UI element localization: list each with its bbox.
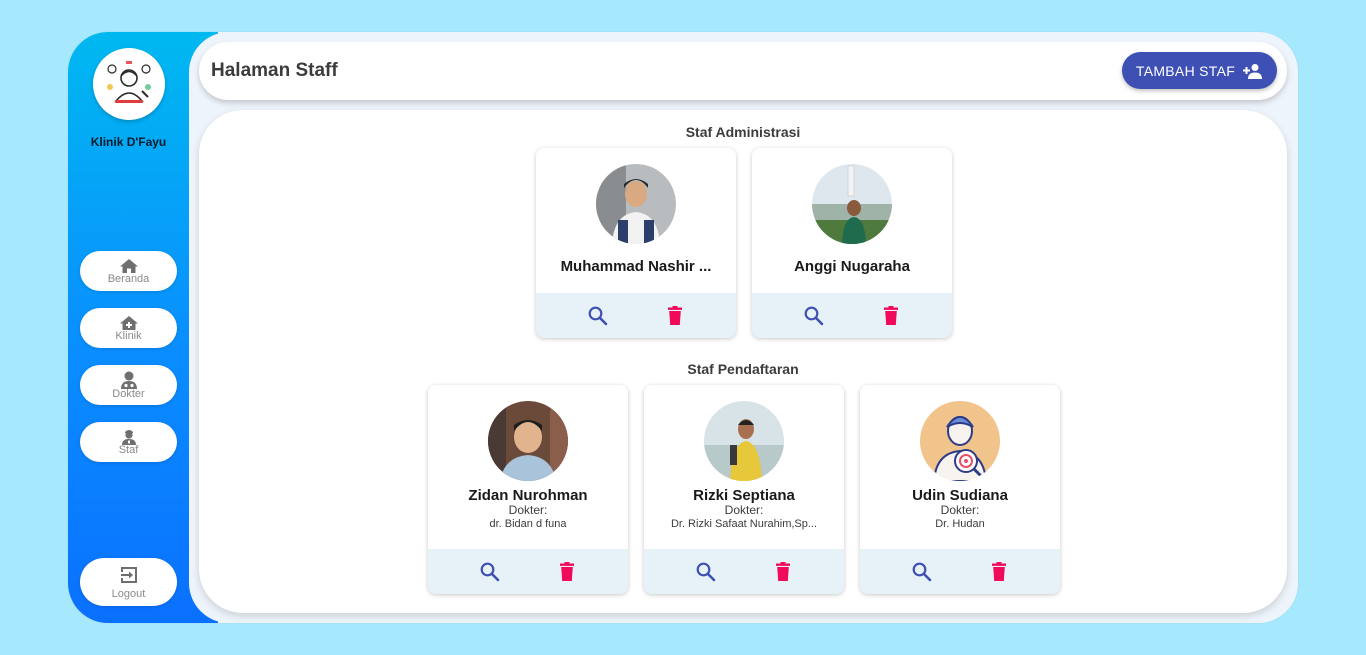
nav-staf-label: Staf bbox=[118, 444, 139, 456]
staff-avatar bbox=[596, 164, 676, 244]
add-staff-button[interactable]: TAMBAH STAF bbox=[1122, 52, 1277, 89]
staff-card: Rizki Septiana Dokter: Dr. Rizki Safaat … bbox=[644, 385, 844, 594]
page-header: Halaman Staff TAMBAH STAF bbox=[199, 42, 1287, 100]
staff-doctor: dr. Bidan d funa bbox=[489, 518, 567, 530]
home-icon bbox=[119, 258, 138, 273]
clinic-logo bbox=[93, 48, 165, 120]
search-icon[interactable] bbox=[694, 560, 718, 584]
search-icon[interactable] bbox=[910, 560, 934, 584]
staff-avatar bbox=[704, 401, 784, 481]
delete-icon[interactable] bbox=[663, 304, 687, 328]
nav-beranda[interactable]: Beranda bbox=[80, 251, 177, 291]
nav-beranda-label: Beranda bbox=[107, 272, 150, 285]
staff-name: Udin Sudiana bbox=[912, 487, 1008, 504]
section-title-pendaftaran: Staf Pendaftaran bbox=[687, 361, 799, 377]
card-actions bbox=[752, 293, 952, 338]
search-icon[interactable] bbox=[586, 304, 610, 328]
card-actions bbox=[536, 293, 736, 338]
clinic-icon bbox=[119, 315, 138, 330]
nav-klinik-label: Klinik bbox=[115, 329, 142, 342]
staff-card: Muhammad Nashir ... bbox=[536, 148, 736, 338]
nav-staf[interactable]: Staf bbox=[80, 422, 177, 462]
staff-name: Anggi Nugaraha bbox=[794, 258, 910, 275]
staff-doctor: Dr. Hudan bbox=[935, 518, 985, 530]
section-title-administrasi: Staf Administrasi bbox=[685, 124, 801, 140]
nav-klinik[interactable]: Klinik bbox=[80, 308, 177, 348]
staff-role: Dokter: bbox=[724, 503, 764, 517]
logout-button[interactable]: Logout bbox=[80, 558, 177, 606]
card-actions bbox=[428, 549, 628, 594]
staff-name: Muhammad Nashir ... bbox=[560, 258, 712, 275]
search-icon[interactable] bbox=[802, 304, 826, 328]
add-staff-button-label: TAMBAH STAF bbox=[1135, 62, 1236, 79]
staff-role: Dokter: bbox=[508, 503, 548, 517]
delete-icon[interactable] bbox=[771, 560, 795, 584]
staff-card: Zidan Nurohman Dokter: dr. Bidan d funa bbox=[428, 385, 628, 594]
delete-icon[interactable] bbox=[555, 560, 579, 584]
nav-dokter-label: Dokter bbox=[112, 387, 145, 400]
staff-role: Dokter: bbox=[940, 503, 980, 517]
person-add-icon bbox=[1243, 63, 1263, 79]
staff-name: Rizki Septiana bbox=[693, 487, 795, 504]
nav-dokter[interactable]: Dokter bbox=[80, 365, 177, 405]
logout-label: Logout bbox=[111, 587, 146, 600]
page-title: Halaman Staff bbox=[211, 60, 338, 81]
card-actions bbox=[644, 549, 844, 594]
staff-card: Anggi Nugaraha bbox=[752, 148, 952, 338]
staff-icon bbox=[121, 430, 136, 445]
logout-icon bbox=[120, 566, 137, 583]
staff-doctor: Dr. Rizki Safaat Nurahim,Sp... bbox=[670, 518, 818, 530]
main-panel: Halaman Staff TAMBAH STAF Staf Administr… bbox=[189, 32, 1298, 623]
staff-avatar bbox=[812, 164, 892, 244]
card-actions bbox=[860, 549, 1060, 594]
delete-icon[interactable] bbox=[987, 560, 1011, 584]
staff-card: Udin Sudiana Dokter: Dr. Hudan bbox=[860, 385, 1060, 594]
delete-icon[interactable] bbox=[879, 304, 903, 328]
search-icon[interactable] bbox=[478, 560, 502, 584]
doctor-icon bbox=[120, 371, 137, 389]
clinic-logo-icon bbox=[99, 54, 159, 114]
app-window: Klinik D'Fayu Beranda Klinik Dokter Staf… bbox=[68, 32, 1298, 623]
staff-avatar bbox=[920, 401, 1000, 481]
staff-avatar bbox=[488, 401, 568, 481]
staff-name: Zidan Nurohman bbox=[468, 487, 588, 504]
clinic-name: Klinik D'Fayu bbox=[90, 135, 167, 149]
staff-content: Staf Administrasi Muhammad Nashir ... An… bbox=[199, 110, 1287, 613]
